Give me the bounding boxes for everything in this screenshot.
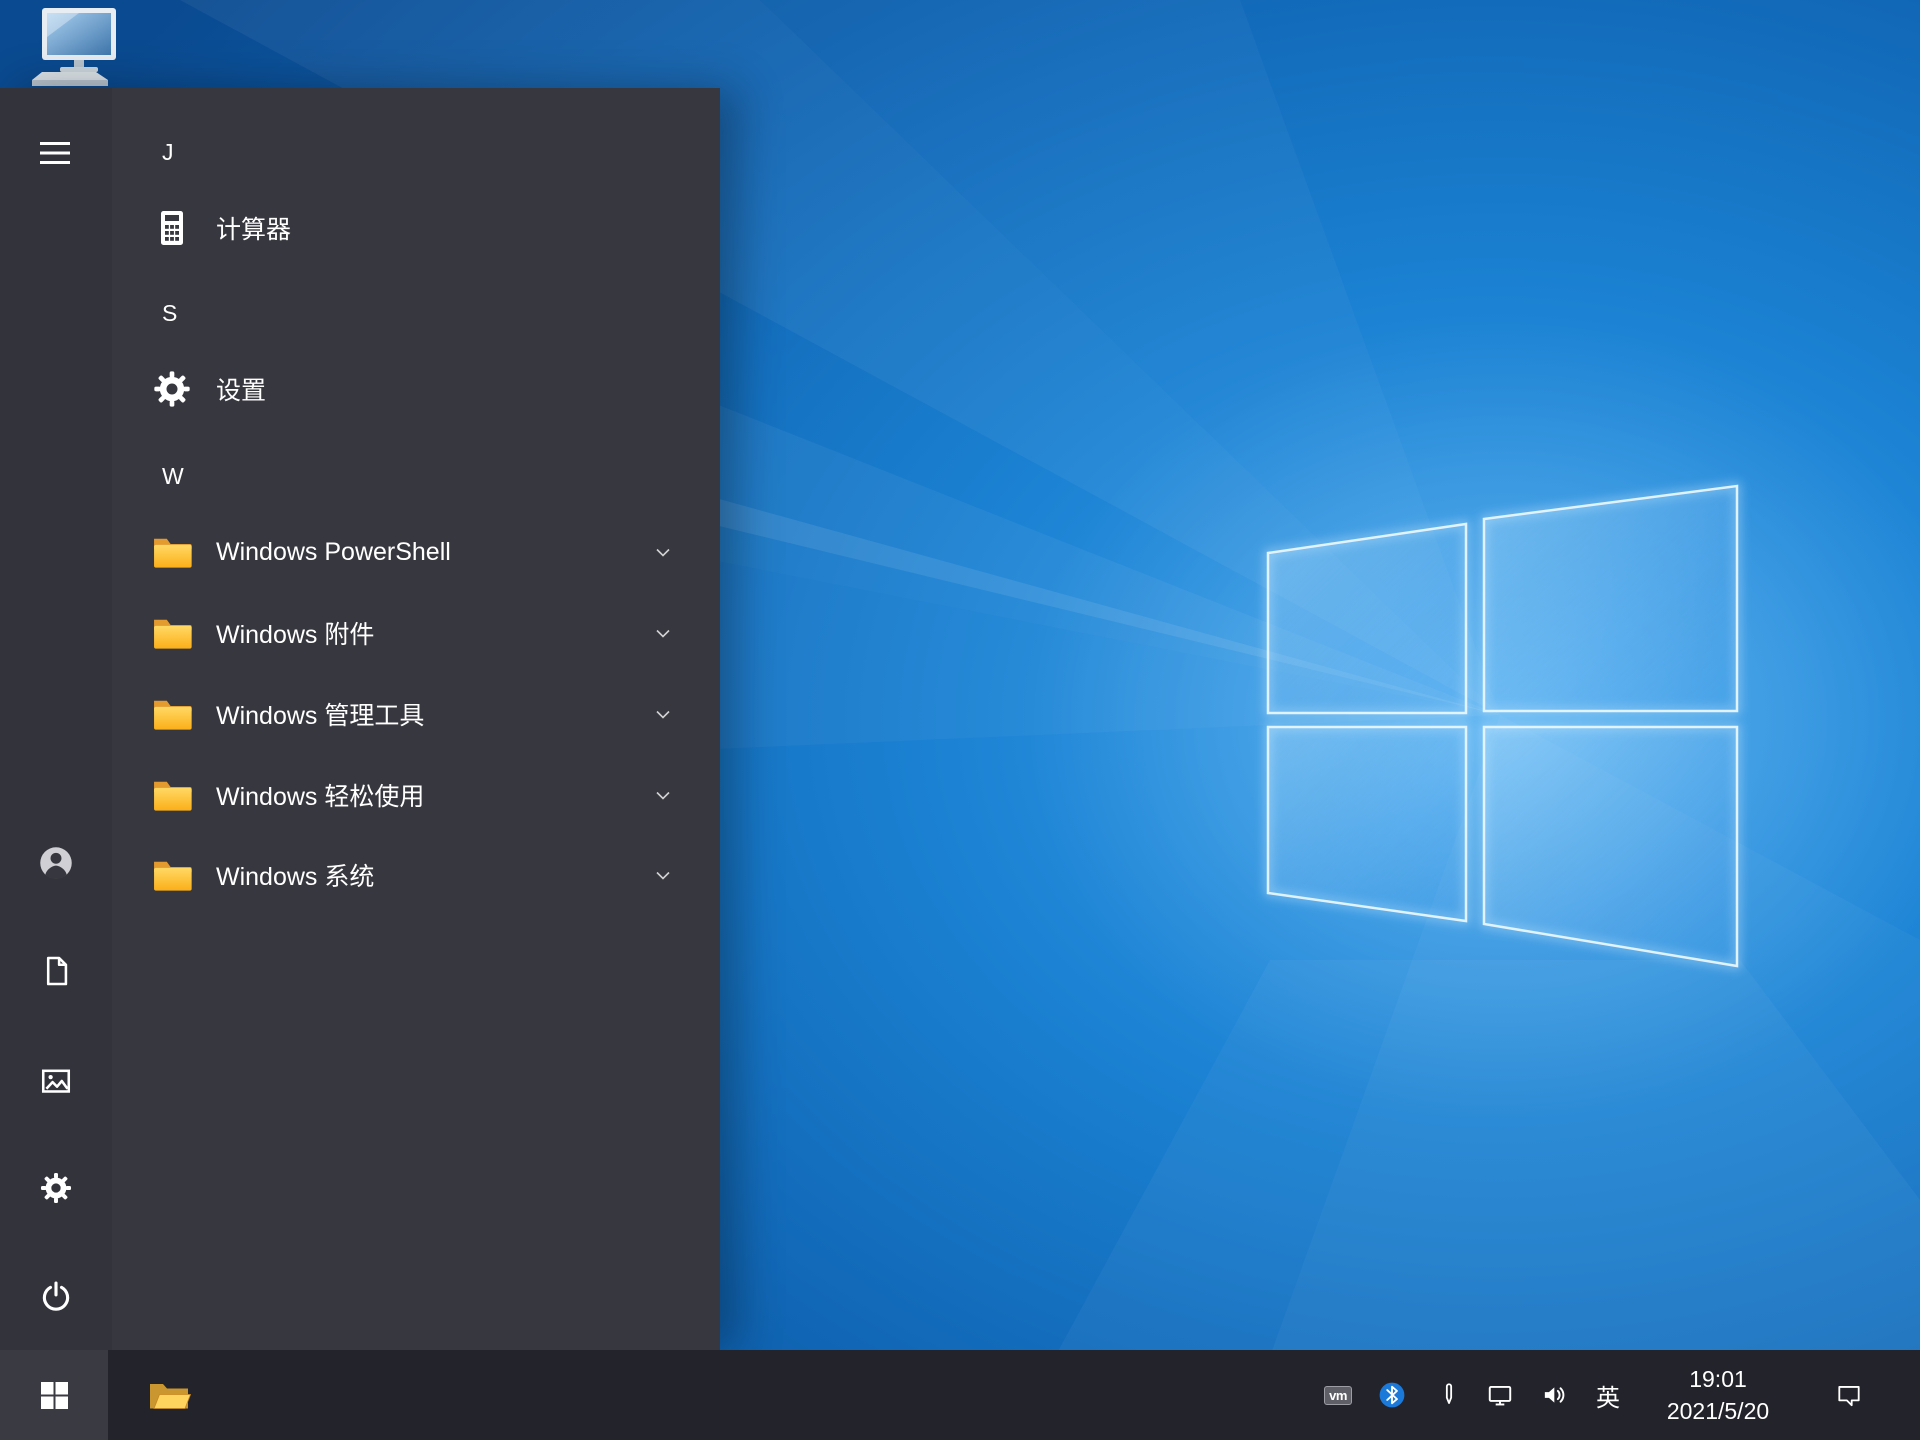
hamburger-icon (40, 142, 70, 164)
chevron-down-icon[interactable] (650, 701, 676, 727)
app-label: Windows 轻松使用 (216, 783, 425, 811)
folder-icon (150, 611, 194, 655)
group-header-W[interactable]: W (118, 452, 712, 500)
vmware-icon: vm (1324, 1385, 1352, 1405)
vmware-tray-icon[interactable]: vm (1316, 1350, 1360, 1440)
settings-button[interactable] (32, 1166, 80, 1210)
action-center-icon (1838, 1386, 1860, 1407)
clock-time: 19:01 (1689, 1366, 1747, 1392)
app-label: 设置 (216, 377, 267, 405)
start-menu: J 计算器 S 设置 W Windows PowerShell Windows … (0, 88, 720, 1350)
windows-logo-icon (40, 1381, 68, 1409)
user-account-button[interactable] (32, 841, 80, 885)
chevron-down-icon[interactable] (650, 620, 676, 646)
taskbar-clock[interactable]: 19:01 2021/5/20 (1638, 1350, 1798, 1440)
chevron-down-icon[interactable] (650, 539, 676, 565)
power-button[interactable] (32, 1275, 80, 1319)
app-label: Windows 系统 (216, 863, 375, 891)
pictures-button[interactable] (32, 1059, 80, 1103)
folder-icon (150, 853, 194, 897)
this-pc-desktop-icon[interactable] (28, 6, 128, 90)
app-label: Windows 附件 (216, 621, 375, 649)
network-tray-icon[interactable] (1478, 1350, 1522, 1440)
start-menu-item-windows-ease-of-access[interactable]: Windows 轻松使用 (118, 755, 712, 835)
folder-icon (150, 773, 194, 817)
chevron-down-icon[interactable] (650, 782, 676, 808)
group-header-label: J (162, 138, 174, 165)
start-menu-item-windows-accessories[interactable]: Windows 附件 (118, 593, 712, 673)
file-explorer-button[interactable] (130, 1350, 210, 1440)
pen-tray-icon[interactable] (1427, 1350, 1471, 1440)
folder-icon (150, 692, 194, 736)
pen-icon (1445, 1383, 1453, 1404)
bluetooth-tray-icon[interactable] (1370, 1350, 1414, 1440)
action-center-button[interactable] (1827, 1350, 1871, 1440)
app-label: Windows 管理工具 (216, 702, 425, 730)
user-icon (40, 847, 72, 879)
document-icon (46, 956, 68, 986)
file-explorer-icon (150, 1384, 192, 1409)
group-header-label: S (162, 299, 178, 326)
app-label: 计算器 (216, 216, 292, 244)
app-label: Windows PowerShell (216, 537, 451, 566)
bluetooth-icon (1379, 1382, 1405, 1408)
gear-icon (150, 367, 194, 411)
language-label: 英 (1596, 1384, 1620, 1412)
calculator-icon (150, 206, 194, 250)
start-menu-item-windows-system[interactable]: Windows 系统 (118, 835, 712, 915)
language-indicator[interactable]: 英 (1586, 1350, 1630, 1440)
clock-date: 2021/5/20 (1666, 1398, 1770, 1424)
folder-icon (150, 530, 194, 574)
volume-tray-icon[interactable] (1532, 1350, 1576, 1440)
taskbar: vm 英 19:01 2021/5/20 (0, 1350, 1920, 1440)
gear-icon (40, 1172, 72, 1204)
start-menu-item-calculator[interactable]: 计算器 (118, 188, 712, 268)
start-menu-rail (0, 88, 112, 1350)
start-button[interactable] (0, 1350, 108, 1440)
group-header-J[interactable]: J (118, 128, 712, 176)
start-menu-item-windows-admin-tools[interactable]: Windows 管理工具 (118, 674, 712, 754)
expand-menu-button[interactable] (32, 131, 80, 175)
start-menu-app-list: J 计算器 S 设置 W Windows PowerShell Windows … (112, 88, 720, 1350)
computer-icon (32, 8, 116, 86)
documents-button[interactable] (32, 949, 80, 993)
group-header-label: W (162, 462, 184, 489)
start-menu-item-settings[interactable]: 设置 (118, 349, 712, 429)
group-header-S[interactable]: S (118, 289, 712, 337)
pictures-icon (41, 1069, 71, 1093)
network-display-icon (1488, 1385, 1512, 1406)
start-menu-item-windows-powershell[interactable]: Windows PowerShell (118, 512, 712, 592)
chevron-down-icon[interactable] (650, 862, 676, 888)
power-icon (42, 1281, 70, 1311)
volume-icon (1544, 1387, 1565, 1403)
